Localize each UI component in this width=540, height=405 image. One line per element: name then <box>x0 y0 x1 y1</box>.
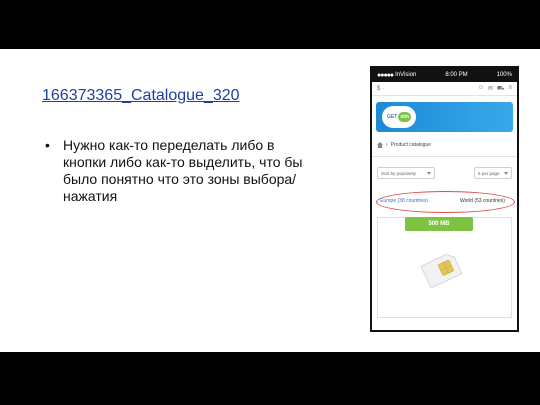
breadcrumb-current: Product catalogue <box>390 142 431 148</box>
divider <box>372 156 517 157</box>
bullet-text: • Нужно как-то переделать либо в кнопки … <box>45 137 307 205</box>
status-time: 8:00 PM <box>445 72 468 78</box>
region-tabs: Europe (38 countries) World (53 countrie… <box>372 191 517 213</box>
data-amount-badge: 500 MB <box>405 217 473 231</box>
sort-select[interactable]: Sort by popularity <box>377 167 435 179</box>
per-page-value: 6 per page <box>478 170 500 176</box>
slide: 166373365_Catalogue_320 • Нужно как-то п… <box>0 49 540 352</box>
bullet-dot: • <box>45 137 50 153</box>
logo-sim: sim <box>398 112 411 122</box>
breadcrumb-separator: › <box>386 142 388 148</box>
breadcrumb: › Product catalogue <box>372 142 517 148</box>
sim-card-image <box>420 253 463 289</box>
carrier-label: InVision <box>395 72 417 78</box>
phone-screenshot: ●●●●● InVision 8:00 PM 100% $ · ☺ ✉ ⛟ ≡ … <box>370 66 519 332</box>
carrier: ●●●●● InVision <box>377 72 416 79</box>
per-page-select[interactable]: 6 per page <box>474 167 512 179</box>
bullet-text-content: Нужно как-то переделать либо в кнопки ли… <box>63 137 303 204</box>
signal-icon: ●●●●● <box>377 71 394 79</box>
menu-icon[interactable]: ≡ <box>508 85 512 93</box>
header-banner: GET sim <box>376 102 513 132</box>
tab-world[interactable]: World (53 countries) <box>460 198 505 204</box>
app-toolbar: $ · ☺ ✉ ⛟ ≡ <box>372 82 517 96</box>
status-bar: ●●●●● InVision 8:00 PM 100% <box>372 68 517 82</box>
chat-icon[interactable]: ✉ <box>488 85 493 93</box>
home-icon[interactable] <box>377 142 383 148</box>
logo-get: GET <box>387 114 398 120</box>
battery-label: 100% <box>496 72 512 78</box>
currency-selector[interactable]: $ · <box>377 86 384 92</box>
tab-europe[interactable]: Europe (38 countries) <box>380 198 428 204</box>
chevron-down-icon <box>504 171 508 175</box>
toolbar-icons: ☺ ✉ ⛟ ≡ <box>478 85 512 93</box>
slide-title-link[interactable]: 166373365_Catalogue_320 <box>42 87 240 105</box>
sort-select-value: Sort by popularity <box>381 170 417 176</box>
chevron-down-icon <box>427 171 431 175</box>
catalog-controls: Sort by popularity 6 per page <box>372 167 517 179</box>
user-icon[interactable]: ☺ <box>478 85 484 93</box>
product-card[interactable]: 500 MB <box>377 217 512 318</box>
getsim-logo[interactable]: GET sim <box>382 106 416 128</box>
cart-icon[interactable]: ⛟ <box>497 85 505 93</box>
